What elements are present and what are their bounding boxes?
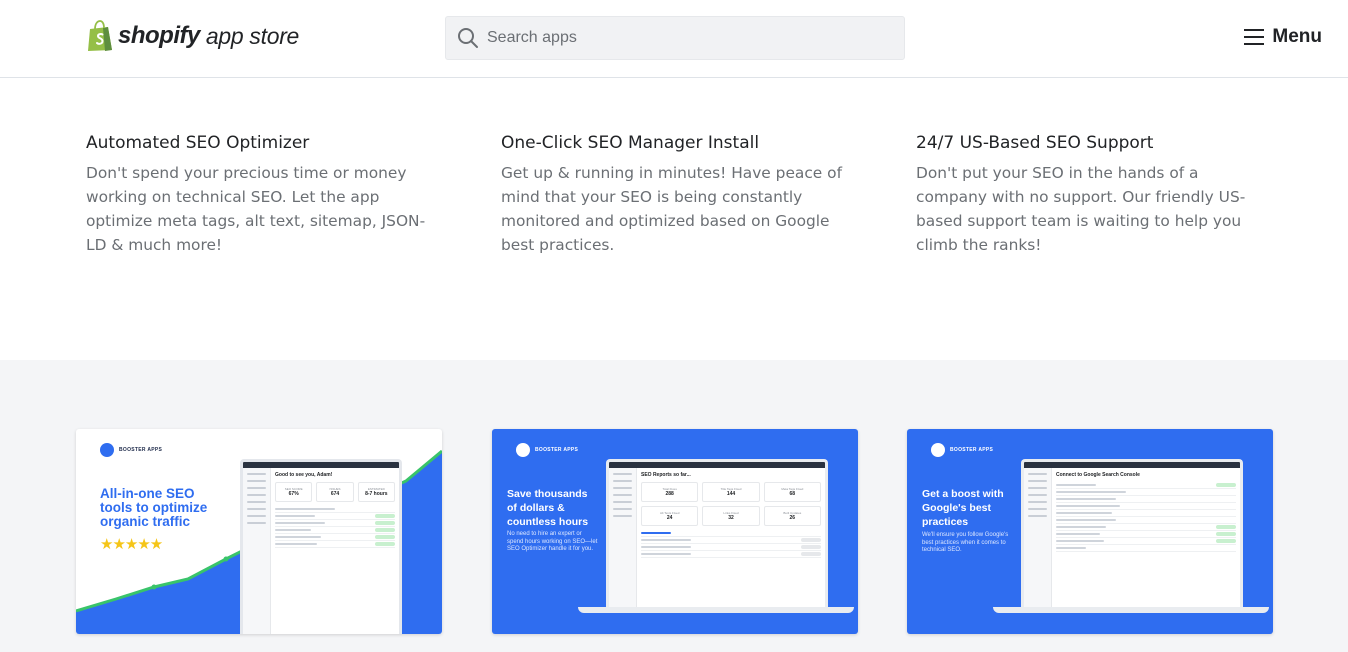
- screen-content: SEO Reports so far... Total Fixes 288 Tit…: [641, 472, 821, 609]
- top-header: shopify app store Menu: [0, 0, 1348, 78]
- stat-tile: Total Fixes 288: [641, 482, 699, 502]
- screen-title: SEO Reports so far...: [641, 472, 691, 478]
- laptop-base: [578, 607, 854, 613]
- booster-apps-brand: BOOSTER APPS: [100, 443, 162, 457]
- gallery-image-2[interactable]: BOOSTER APPS Save thousands of dollars &…: [492, 429, 858, 634]
- shopify-bag-icon: [88, 20, 112, 51]
- feature-automated-seo: Automated SEO Optimizer Don't spend your…: [86, 132, 436, 257]
- booster-apps-brand: BOOSTER APPS: [516, 443, 578, 457]
- logo-wordmark: shopify: [118, 22, 200, 49]
- stat-tile: Links Fixed 32: [702, 506, 760, 526]
- screen-content: Good to see you, Adam! SEO SCORE 67% ISSU…: [275, 472, 395, 634]
- screen-sidebar: [1024, 468, 1052, 609]
- brand-name: BOOSTER APPS: [535, 447, 579, 453]
- search-icon: [458, 28, 478, 48]
- booster-logo-icon: [100, 443, 114, 457]
- screen-content: Connect to Google Search Console: [1056, 472, 1236, 609]
- stat-tile: Alt Texts Fixed 24: [641, 506, 699, 526]
- seo-reports-screenshot: SEO Reports so far... Total Fixes 288 Tit…: [606, 459, 828, 609]
- feature-one-click-install: One-Click SEO Manager Install Get up & r…: [501, 132, 851, 257]
- menu-label: Menu: [1272, 26, 1322, 47]
- stat-tiles: Alt Texts Fixed 24 Links Fixed 32 Built Up…: [641, 506, 821, 526]
- screen-title: Good to see you, Adam!: [275, 472, 333, 478]
- search-bar[interactable]: [445, 16, 905, 60]
- hamburger-menu-icon: [1244, 29, 1265, 45]
- screen-sidebar: [609, 468, 637, 609]
- card-subtext: We'll ensure you follow Google's best pr…: [922, 532, 1009, 553]
- stat-tile: ISSUES 674: [316, 482, 354, 502]
- gallery-image-1[interactable]: BOOSTER APPS All-in-one SEO tools to opt…: [76, 429, 442, 634]
- logo-subtitle: app store: [205, 22, 300, 49]
- feature-description: Get up & running in minutes! Have peace …: [501, 164, 842, 254]
- feature-title: 24/7 US-Based SEO Support: [916, 133, 1154, 153]
- screen-sidebar: [243, 468, 271, 634]
- stat-tile: Built Updates 26: [763, 506, 821, 526]
- feature-us-support: 24/7 US-Based SEO Support Don't put your…: [916, 132, 1266, 257]
- booster-logo-icon: [516, 443, 530, 457]
- stat-tile: SEO SCORE 67%: [275, 482, 313, 502]
- search-input[interactable]: [487, 29, 887, 47]
- card-headline: Get a boost with Google's best practices: [922, 488, 1004, 528]
- feature-title: Automated SEO Optimizer: [86, 133, 310, 153]
- brand-name: BOOSTER APPS: [119, 447, 163, 453]
- card-headline: All-in-one SEO tools to optimize organic…: [100, 486, 208, 529]
- feature-description: Don't put your SEO in the hands of a com…: [916, 164, 1246, 254]
- laptop-base: [993, 607, 1269, 613]
- app-dashboard-screenshot: Good to see you, Adam! SEO SCORE 67% ISSU…: [240, 459, 402, 634]
- menu-button[interactable]: Menu: [1243, 26, 1322, 48]
- feature-description: Don't spend your precious time or money …: [86, 164, 426, 254]
- stat-tiles: SEO SCORE 67% ISSUES 674 ESTIMATED 8-7 hour…: [275, 482, 395, 502]
- search-console-screenshot: Connect to Google Search Console: [1021, 459, 1243, 609]
- five-star-rating-icon: ★★★★★: [100, 536, 163, 553]
- stat-tiles: Total Fixes 288 Title Tags Fixed 144 Meta …: [641, 482, 821, 502]
- booster-apps-brand: BOOSTER APPS: [931, 443, 993, 457]
- stat-tile: Meta Tags Fixed 68: [763, 482, 821, 502]
- feature-title: One-Click SEO Manager Install: [501, 133, 760, 153]
- brand-name: BOOSTER APPS: [950, 447, 994, 453]
- screenshot-gallery: BOOSTER APPS All-in-one SEO tools to opt…: [0, 360, 1348, 652]
- screen-topbar: [609, 462, 825, 468]
- card-headline: Save thousands of dollars & countless ho…: [507, 488, 589, 528]
- stat-tile: Title Tags Fixed 144: [702, 482, 760, 502]
- booster-logo-icon: [931, 443, 945, 457]
- screen-title: Connect to Google Search Console: [1056, 472, 1140, 478]
- gallery-image-3[interactable]: BOOSTER APPS Get a boost with Google's b…: [907, 429, 1273, 634]
- screen-topbar: [1024, 462, 1240, 468]
- shopify-app-store-logo[interactable]: shopify app store: [86, 20, 299, 52]
- stat-tile: ESTIMATED 8-7 hours: [357, 482, 395, 502]
- card-subtext: No need to hire an expert or spend hours…: [507, 531, 598, 552]
